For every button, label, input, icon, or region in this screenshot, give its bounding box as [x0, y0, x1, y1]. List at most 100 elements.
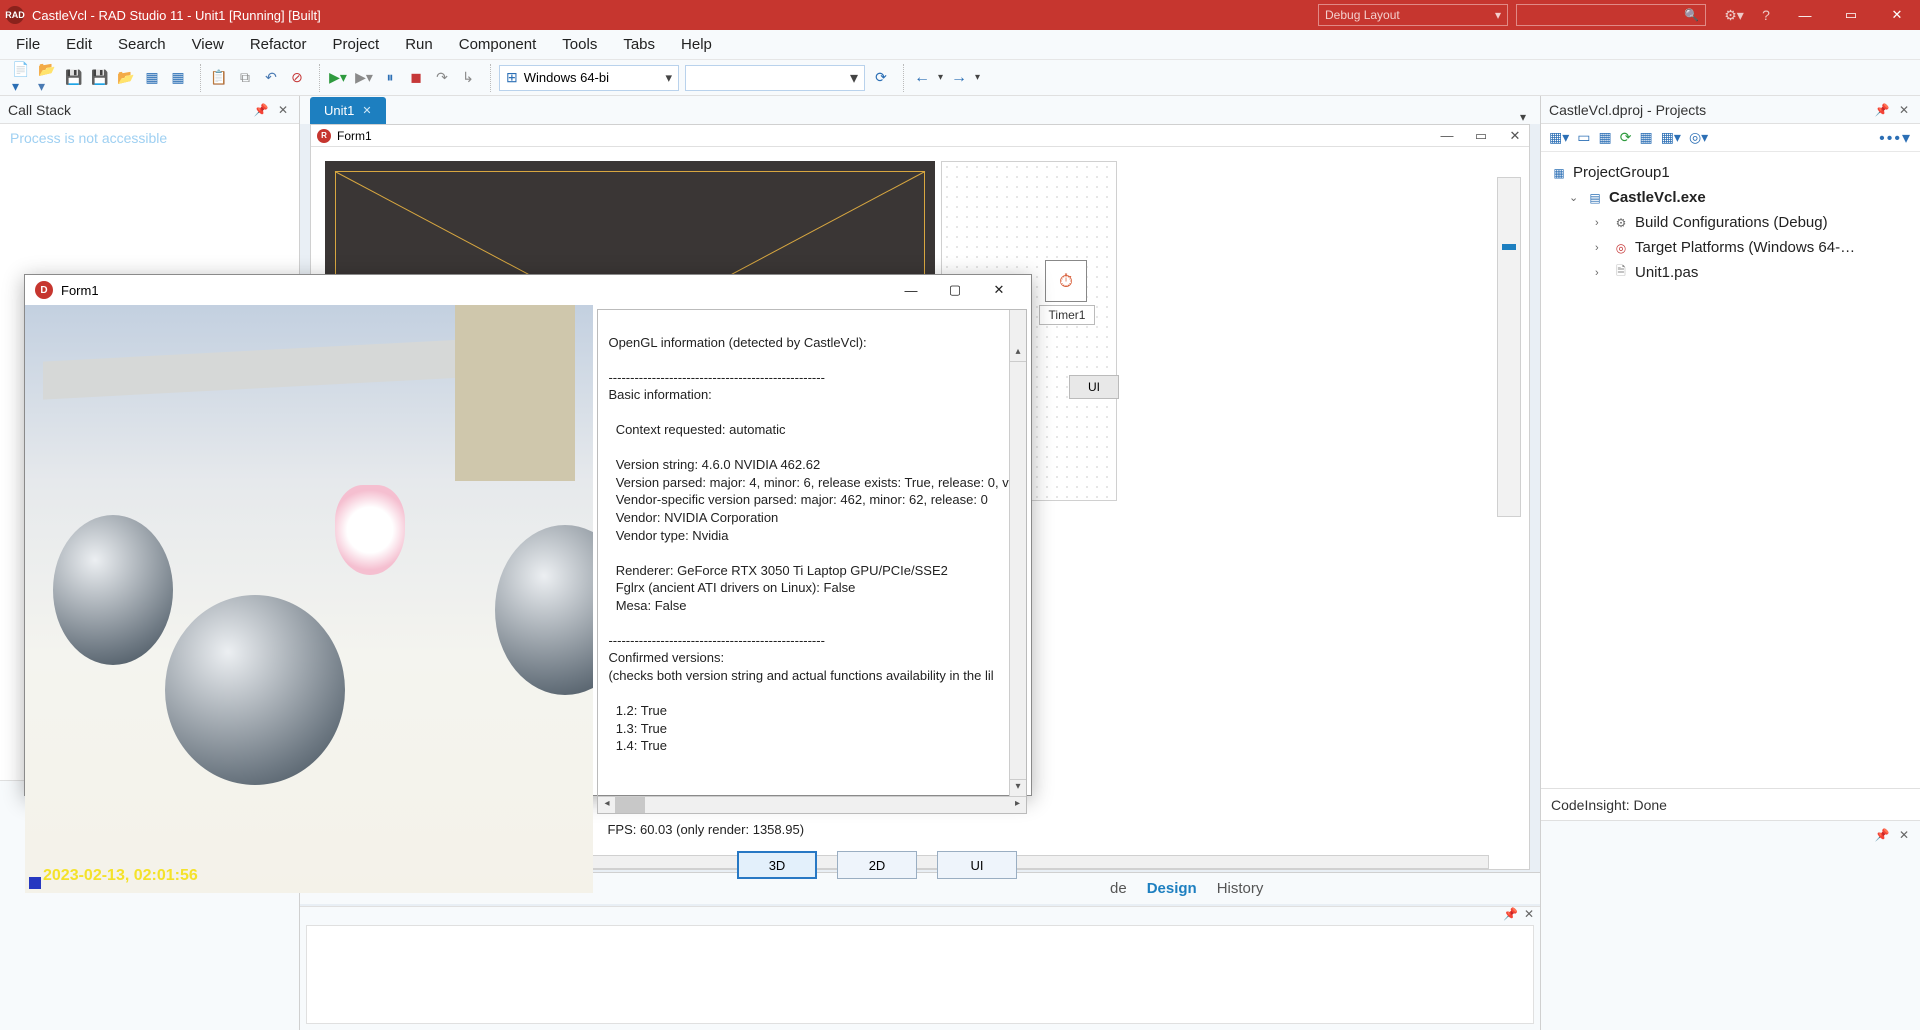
- minimize-button[interactable]: ―: [1782, 0, 1828, 30]
- close-icon[interactable]: ✕: [1896, 828, 1912, 842]
- step-over-icon[interactable]: ↷: [432, 68, 452, 88]
- maximize-button[interactable]: ▢: [933, 275, 977, 305]
- layout-combo[interactable]: Debug Layout ▾: [1318, 4, 1508, 26]
- view-2d-button[interactable]: 2D: [837, 851, 917, 879]
- titlebar-search[interactable]: 🔍: [1516, 4, 1706, 26]
- pin-icon[interactable]: 📌: [1503, 907, 1518, 921]
- menu-project[interactable]: Project: [327, 32, 386, 57]
- remove-icon[interactable]: ▭: [1577, 129, 1590, 146]
- menu-help[interactable]: Help: [675, 32, 718, 57]
- tab-design[interactable]: Design: [1147, 880, 1197, 897]
- pin-icon[interactable]: 📌: [1874, 103, 1890, 117]
- stop-icon[interactable]: ◼: [406, 68, 426, 88]
- settings-gear-icon[interactable]: ⚙▾: [1718, 7, 1750, 24]
- menu-component[interactable]: Component: [453, 32, 543, 57]
- minimize-icon[interactable]: ―: [1433, 128, 1461, 143]
- menu-edit[interactable]: Edit: [60, 32, 98, 57]
- opengl-info-memo[interactable]: OpenGL information (detected by CastleVc…: [597, 309, 1027, 814]
- save-all-icon[interactable]: 💾: [90, 68, 110, 88]
- view-icon[interactable]: ▦: [1599, 129, 1612, 146]
- pin-icon[interactable]: 📌: [1874, 828, 1890, 842]
- no-entry-icon[interactable]: ⊘: [287, 68, 307, 88]
- scroll-down-icon[interactable]: ▾: [1010, 779, 1026, 796]
- refresh-icon[interactable]: ⟳: [1620, 129, 1632, 146]
- tree-row-target[interactable]: › ◎ Target Platforms (Windows 64-…: [1551, 235, 1910, 260]
- save-icon[interactable]: 💾: [64, 68, 84, 88]
- menu-tools[interactable]: Tools: [556, 32, 603, 57]
- run-without-debug-icon[interactable]: ▶▾: [354, 68, 374, 88]
- config-select[interactable]: ▾: [685, 65, 865, 91]
- close-icon[interactable]: ✕: [1896, 103, 1912, 117]
- view-3d-button[interactable]: 3D: [737, 851, 817, 879]
- pin-icon[interactable]: 📌: [253, 103, 269, 117]
- menu-file[interactable]: File: [10, 32, 46, 57]
- chevron-down-icon: ▾: [850, 68, 864, 88]
- new-items-icon[interactable]: ▦: [142, 68, 162, 88]
- menu-refactor[interactable]: Refactor: [244, 32, 313, 57]
- undo-icon[interactable]: ↶: [261, 68, 281, 88]
- tree-row-build[interactable]: › ⚙ Build Configurations (Debug): [1551, 210, 1910, 235]
- help-icon[interactable]: ?: [1750, 7, 1782, 23]
- copy-icon[interactable]: ⧉: [235, 68, 255, 88]
- new-file-icon[interactable]: 📄▾: [12, 68, 32, 88]
- scroll-right-icon[interactable]: ▸: [1009, 797, 1026, 813]
- pause-icon[interactable]: ⏸: [380, 68, 400, 88]
- projectgroup-icon: ▦: [1551, 165, 1567, 181]
- chevron-down-icon[interactable]: ▾: [1520, 110, 1526, 124]
- close-button[interactable]: ✕: [977, 275, 1021, 305]
- tab-history[interactable]: History: [1217, 880, 1264, 897]
- deploy-icon[interactable]: ▦▾: [1661, 129, 1681, 146]
- build-icon[interactable]: ▦: [1639, 129, 1652, 146]
- popup-titlebar[interactable]: D Form1 ― ▢ ✕: [25, 275, 1031, 305]
- popup-3d-viewport[interactable]: 2023-02-13, 02:01:56: [25, 305, 593, 893]
- run-icon[interactable]: ▶▾: [328, 68, 348, 88]
- log-line: Mesa: False: [608, 598, 686, 613]
- project-tree[interactable]: ▦ ProjectGroup1 ⌄ ▤ CastleVcl.exe › ⚙ Bu…: [1541, 152, 1920, 293]
- nav-forward-icon[interactable]: →: [949, 68, 969, 88]
- minimap[interactable]: [1497, 177, 1521, 517]
- tab-code[interactable]: de: [1110, 880, 1127, 897]
- add-icon[interactable]: ▦▾: [1549, 129, 1569, 146]
- minimize-button[interactable]: ―: [889, 275, 933, 305]
- menu-search[interactable]: Search: [112, 32, 172, 57]
- view-ui-button[interactable]: UI: [937, 851, 1017, 879]
- chevron-down-icon: ⌄: [1569, 191, 1581, 204]
- editor-tab-unit1[interactable]: Unit1 ✕: [310, 97, 386, 124]
- fps-label: FPS: 60.03 (only render: 1358.95): [597, 814, 1027, 845]
- scroll-left-icon[interactable]: ◂: [598, 797, 615, 813]
- open-folder-icon[interactable]: 📂▾: [38, 68, 58, 88]
- chevron-right-icon: ›: [1595, 267, 1607, 279]
- horizontal-scrollbar[interactable]: ◂ ▸: [598, 796, 1026, 813]
- vertical-scrollbar[interactable]: ▴ ▾: [1009, 310, 1026, 796]
- log-line: OpenGL information (detected by CastleVc…: [608, 335, 866, 350]
- chevron-down-icon[interactable]: ▾: [975, 72, 980, 83]
- maximize-button[interactable]: ▭: [1828, 0, 1874, 30]
- close-icon[interactable]: ✕: [1524, 907, 1534, 921]
- scrollbar-thumb[interactable]: [615, 797, 645, 813]
- platform-select[interactable]: ⊞ Windows 64-bi ▾: [499, 65, 679, 91]
- nav-back-icon[interactable]: ←: [912, 68, 932, 88]
- close-icon[interactable]: ✕: [362, 104, 371, 117]
- refresh-list-icon[interactable]: ⟳: [871, 68, 891, 88]
- close-button[interactable]: ✕: [1874, 0, 1920, 30]
- tree-row-exe[interactable]: ⌄ ▤ CastleVcl.exe: [1551, 185, 1910, 210]
- scroll-up-icon[interactable]: ▴: [1010, 345, 1026, 362]
- menu-run[interactable]: Run: [399, 32, 439, 57]
- tree-row-unit[interactable]: › 🗎 Unit1.pas: [1551, 260, 1910, 285]
- maximize-icon[interactable]: ▭: [1467, 128, 1495, 144]
- tree-row-projectgroup[interactable]: ▦ ProjectGroup1: [1551, 160, 1910, 185]
- view-units-icon[interactable]: ▦: [168, 68, 188, 88]
- target-icon[interactable]: ◎▾: [1689, 129, 1708, 146]
- open-project-icon[interactable]: 📂: [116, 68, 136, 88]
- close-icon[interactable]: ✕: [1501, 128, 1529, 144]
- bottom-dock-panel: 📌 ✕: [300, 906, 1540, 1030]
- menu-tabs[interactable]: Tabs: [617, 32, 661, 57]
- close-icon[interactable]: ✕: [275, 103, 291, 117]
- pas-file-icon: 🗎: [1613, 265, 1629, 281]
- paste-icon[interactable]: 📋: [209, 68, 229, 88]
- more-icon[interactable]: •••▾: [1879, 128, 1912, 148]
- chevron-down-icon[interactable]: ▾: [938, 72, 943, 83]
- menu-view[interactable]: View: [186, 32, 230, 57]
- step-into-icon[interactable]: ↳: [458, 68, 478, 88]
- timer-component-icon[interactable]: ⏱: [1045, 260, 1087, 302]
